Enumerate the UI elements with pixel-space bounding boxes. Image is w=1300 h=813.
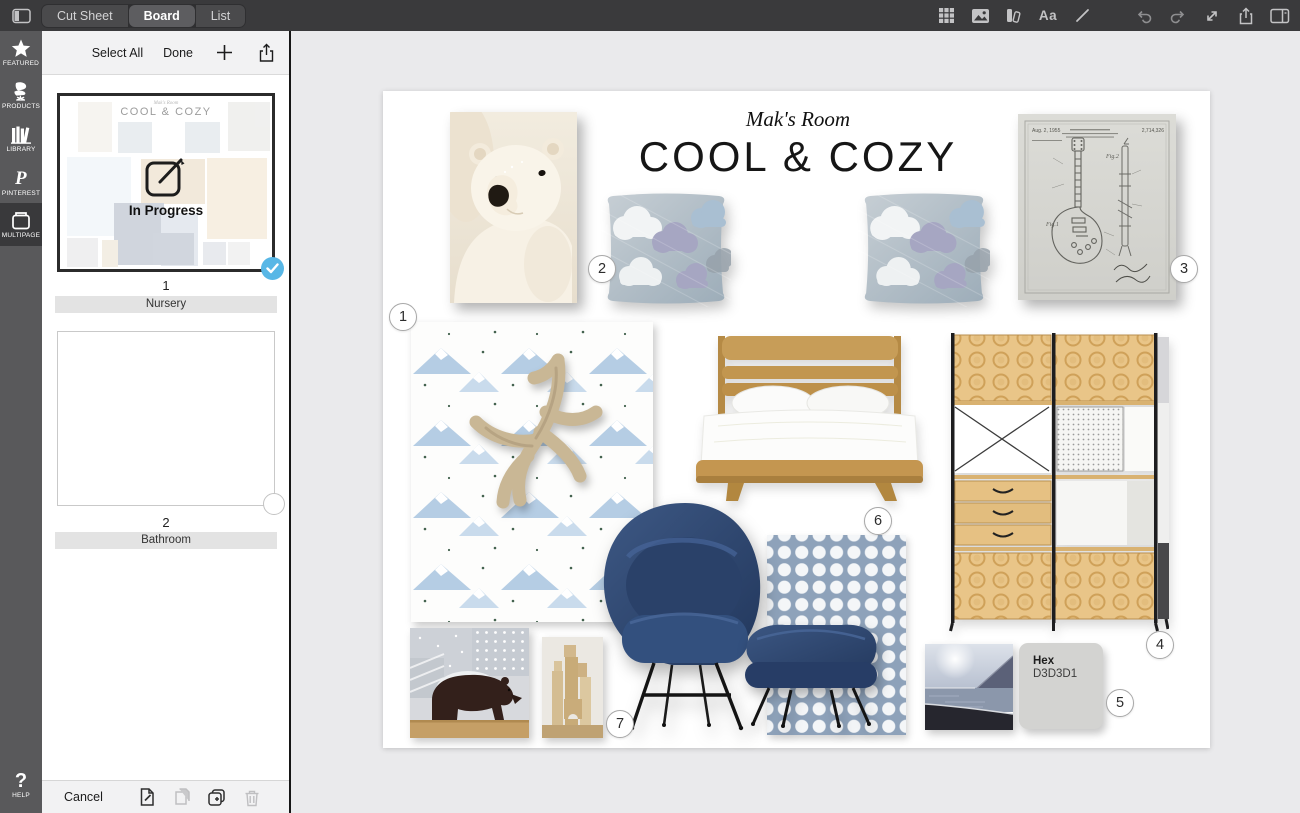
- select-all-button[interactable]: Select All: [92, 46, 143, 60]
- fullscreen-icon[interactable]: [1202, 6, 1222, 26]
- page-name-nursery[interactable]: Nursery: [55, 296, 277, 313]
- duplicate-page-icon[interactable]: [207, 787, 227, 807]
- hex-swatch-label: Hex: [1033, 655, 1103, 667]
- patent-fig2-label: Fig.2: [1106, 154, 1119, 160]
- rail-item-products[interactable]: PRODUCTS: [0, 74, 42, 117]
- guitar-patent-print[interactable]: Aug. 2, 1955 2,714,326 Fig.1 Fig.2: [1018, 114, 1176, 300]
- annotation-badge-7[interactable]: 7: [606, 710, 634, 738]
- nursery-thumbnail-preview: Mak's Room COOL & COZY In Progress: [60, 96, 272, 269]
- cloud-pillow-right[interactable]: [858, 190, 990, 307]
- page-name-bathroom[interactable]: Bathroom: [55, 532, 277, 549]
- redo-icon[interactable]: [1168, 6, 1188, 26]
- app-window: Cut Sheet Board List Aa: [0, 0, 1300, 813]
- done-button[interactable]: Done: [163, 46, 193, 60]
- page-thumbnail-bathroom[interactable]: [57, 331, 275, 506]
- annotation-badge-3[interactable]: 3: [1170, 255, 1198, 283]
- page-thumbnail-nursery[interactable]: Mak's Room COOL & COZY In Progress: [57, 93, 275, 272]
- share-page-icon[interactable]: [255, 42, 277, 64]
- board-canvas[interactable]: Mak's Room COOL & COZY: [293, 31, 1300, 813]
- pages-panel-footer: Cancel: [42, 780, 289, 813]
- undo-icon[interactable]: [1134, 6, 1154, 26]
- bear-figurine-photo[interactable]: [410, 628, 529, 738]
- left-rail: FEATURED PRODUCTS LIBRARY P PINTEREST MU…: [0, 31, 42, 813]
- page-number: 1: [57, 278, 275, 293]
- svg-text:P: P: [14, 168, 27, 188]
- board-subtitle: Mak's Room: [583, 107, 1013, 132]
- image-icon[interactable]: [970, 6, 990, 26]
- patent-number: 2,714,326: [1142, 128, 1164, 134]
- annotation-badge-5[interactable]: 5: [1106, 689, 1134, 717]
- page-unselected-circle[interactable]: [263, 493, 285, 515]
- rail-item-featured[interactable]: FEATURED: [0, 31, 42, 74]
- question-icon: ?: [15, 772, 27, 790]
- rail-item-multipage[interactable]: MULTIPAGE: [0, 203, 42, 246]
- panels-icon[interactable]: [1270, 6, 1290, 26]
- polar-bear-photo[interactable]: [450, 112, 577, 303]
- annotation-badge-2[interactable]: 2: [588, 255, 616, 283]
- mood-board-page[interactable]: Mak's Room COOL & COZY: [383, 91, 1210, 748]
- tab-cut-sheet[interactable]: Cut Sheet: [42, 5, 128, 27]
- new-page-icon[interactable]: [137, 787, 157, 807]
- eames-storage-unit[interactable]: [941, 327, 1169, 632]
- view-mode-segmented-control: Cut Sheet Board List: [41, 4, 246, 28]
- antler-mount[interactable]: [438, 346, 608, 516]
- rail-item-help[interactable]: ? HELP: [0, 764, 42, 807]
- rail-item-pinterest[interactable]: P PINTEREST: [0, 160, 42, 203]
- rail-item-library[interactable]: LIBRARY: [0, 117, 42, 160]
- annotation-badge-1[interactable]: 1: [389, 303, 417, 331]
- annotation-badge-4[interactable]: 4: [1146, 631, 1174, 659]
- patent-fig1-label: Fig.1: [1046, 222, 1059, 228]
- tab-board[interactable]: Board: [129, 5, 195, 27]
- swatches-icon[interactable]: [1004, 6, 1024, 26]
- library-icon: [10, 125, 32, 144]
- sidebar-toggle-icon[interactable]: [11, 7, 33, 25]
- copy-page-icon[interactable]: [172, 787, 192, 807]
- hex-swatch-value: D3D3D1: [1033, 668, 1103, 680]
- cancel-button[interactable]: Cancel: [64, 790, 103, 804]
- pages-list: Mak's Room COOL & COZY In Progress 1 Nur…: [42, 75, 289, 780]
- hex-color-swatch[interactable]: Hex D3D3D1: [1019, 643, 1103, 729]
- annotation-badge-6[interactable]: 6: [864, 507, 892, 535]
- page-status: In Progress: [129, 203, 203, 218]
- grid-icon[interactable]: [936, 6, 956, 26]
- edit-icon: [141, 153, 191, 201]
- pages-panel: Select All Done: [42, 31, 291, 813]
- tab-list[interactable]: List: [196, 5, 245, 27]
- pages-panel-header: Select All Done: [42, 31, 289, 75]
- draw-tool-icon[interactable]: [1072, 6, 1092, 26]
- multipage-icon: [10, 211, 32, 230]
- top-toolbar: Cut Sheet Board List Aa: [0, 0, 1300, 31]
- womb-ottoman[interactable]: [733, 610, 888, 730]
- page-selected-checkmark[interactable]: [261, 257, 284, 280]
- page-number: 2: [57, 515, 275, 530]
- star-icon: [11, 39, 31, 58]
- patent-date: Aug. 2, 1955: [1032, 128, 1060, 134]
- add-page-icon[interactable]: [213, 42, 235, 64]
- board-title-block[interactable]: Mak's Room COOL & COZY: [583, 107, 1013, 181]
- text-tool-icon[interactable]: Aa: [1038, 6, 1058, 26]
- board-title: COOL & COZY: [583, 133, 1013, 181]
- chair-icon: [10, 82, 32, 101]
- share-icon[interactable]: [1236, 6, 1256, 26]
- in-progress-overlay: In Progress: [60, 96, 272, 269]
- pinterest-icon: P: [11, 167, 31, 188]
- cloud-pillow-left[interactable]: [601, 190, 731, 307]
- trash-icon[interactable]: [242, 787, 262, 807]
- toolbar-right-icons: Aa: [936, 0, 1290, 31]
- seascape-photo[interactable]: [925, 644, 1013, 730]
- platform-bed[interactable]: [688, 330, 931, 502]
